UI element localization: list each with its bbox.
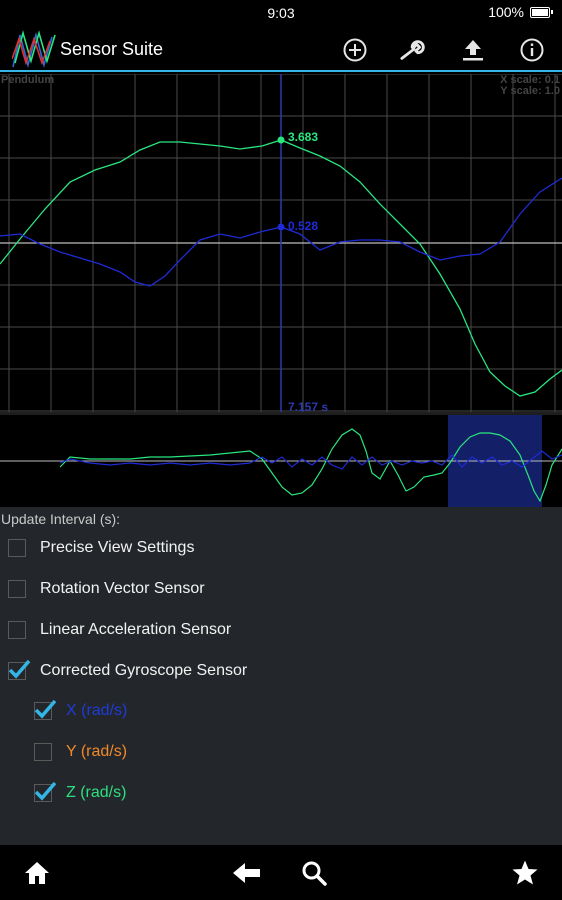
axis-x-label: X (rad/s)	[66, 702, 128, 719]
upload-icon	[463, 40, 483, 61]
precise-view-checkbox[interactable]	[8, 539, 26, 557]
wrench-icon	[400, 40, 425, 60]
axis-y-label: Y (rad/s)	[66, 743, 128, 760]
corrected-gyroscope-label: Corrected Gyroscope Sensor	[40, 662, 248, 679]
cursor-dot-green	[277, 136, 285, 144]
home-button[interactable]	[22, 858, 52, 888]
precise-view-settings-option[interactable]: Precise View Settings	[8, 533, 194, 563]
upload-button[interactable]	[459, 36, 487, 64]
settings-button[interactable]	[400, 36, 428, 64]
overview-canvas	[0, 415, 562, 507]
axis-z-checkbox[interactable]	[34, 781, 57, 802]
home-icon	[25, 862, 49, 884]
cursor-blue-value: 0.528	[288, 219, 318, 233]
axis-x-option[interactable]: X (rad/s)	[34, 696, 127, 726]
checkmark-icon	[34, 699, 57, 719]
rotation-vector-label: Rotation Vector Sensor	[40, 580, 205, 597]
corrected-gyroscope-sensor-option[interactable]: Corrected Gyroscope Sensor	[8, 656, 247, 686]
overview-strip[interactable]	[0, 415, 562, 507]
star-icon	[512, 860, 538, 885]
graph-canvas: 3.683 0.528 7.157 s	[0, 73, 562, 414]
battery-icon	[530, 6, 553, 18]
search-button[interactable]	[299, 858, 329, 888]
axis-x-checkbox[interactable]	[34, 699, 57, 720]
linear-acceleration-label: Linear Acceleration Sensor	[40, 621, 232, 638]
y-scale-label: Y scale: 1.0	[500, 85, 560, 97]
back-button[interactable]	[232, 858, 262, 888]
battery-percent: 100%	[488, 4, 524, 20]
checkmark-icon	[8, 659, 31, 679]
search-icon	[302, 861, 327, 886]
cursor-time: 7.157 s	[288, 400, 328, 412]
add-button[interactable]	[341, 36, 369, 64]
rotation-vector-sensor-option[interactable]: Rotation Vector Sensor	[8, 574, 205, 604]
linear-acceleration-sensor-option[interactable]: Linear Acceleration Sensor	[8, 615, 231, 645]
status-bar: 9:03 100%	[0, 0, 562, 26]
linear-acceleration-checkbox[interactable]	[8, 621, 26, 639]
add-circle-icon	[343, 38, 367, 62]
back-arrow-icon	[233, 863, 260, 883]
precise-view-label: Precise View Settings	[40, 539, 195, 556]
rotation-vector-checkbox[interactable]	[8, 580, 26, 598]
graph-title: Pendulum	[1, 74, 55, 86]
axis-y-checkbox[interactable]	[34, 743, 52, 761]
axis-y-option[interactable]: Y (rad/s)	[34, 737, 127, 767]
status-right: 100%	[488, 4, 553, 20]
corrected-gyroscope-checkbox[interactable]	[8, 659, 31, 680]
app-title: Sensor Suite	[60, 39, 164, 59]
checkmark-icon	[34, 781, 57, 801]
app-logo-icon	[12, 29, 56, 69]
update-interval-label: Update Interval (s):	[1, 511, 121, 527]
info-button[interactable]	[518, 36, 546, 64]
sensor-graph[interactable]: 3.683 0.528 7.157 s Pendulum X scale: 0.…	[0, 73, 562, 414]
action-bar: Sensor Suite	[0, 26, 562, 72]
favorite-button[interactable]	[510, 858, 540, 888]
info-icon	[520, 38, 544, 62]
cursor-dot-blue	[277, 223, 285, 231]
navigation-bar	[0, 845, 562, 900]
axis-z-label: Z (rad/s)	[66, 784, 127, 801]
settings-panel: Update Interval (s): Precise View Settin…	[0, 507, 562, 845]
status-time: 9:03	[267, 5, 295, 21]
cursor-green-value: 3.683	[288, 130, 318, 144]
axis-z-option[interactable]: Z (rad/s)	[34, 778, 126, 808]
